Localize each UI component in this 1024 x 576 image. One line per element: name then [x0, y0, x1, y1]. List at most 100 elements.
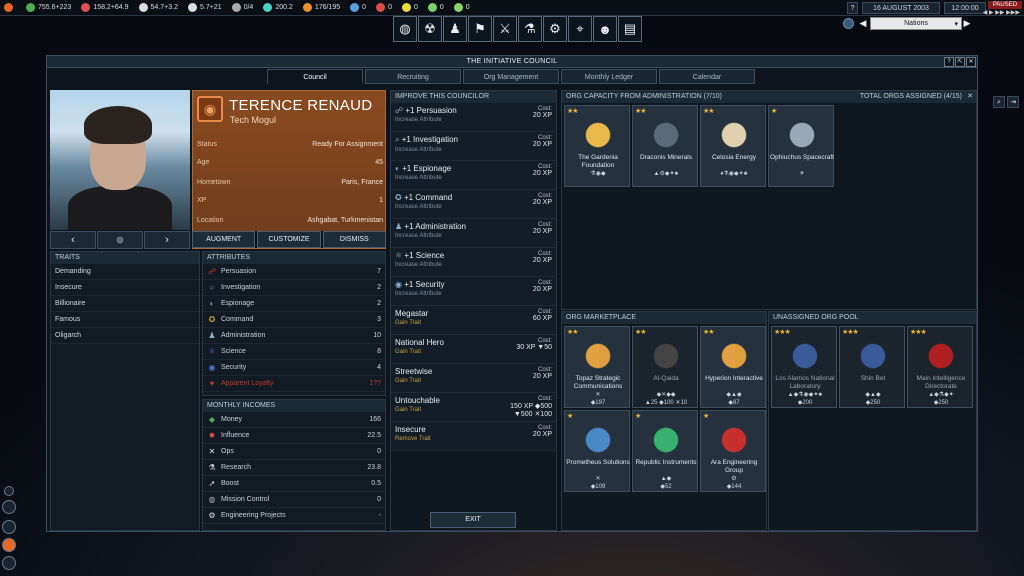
- option-sub: Increase Attribute: [395, 291, 442, 297]
- improve-option[interactable]: Megastar Gain Trait Cost: 60 XP: [391, 306, 556, 335]
- collapse-icon[interactable]: ⇥: [1007, 96, 1019, 108]
- trait-item[interactable]: Famous: [51, 312, 199, 328]
- window-minimize-button[interactable]: ⇱: [955, 57, 965, 67]
- trait-item[interactable]: Oligarch: [51, 328, 199, 344]
- improve-option[interactable]: ◐ +1 Espionage Increase Attribute Cost: 20 …: [391, 161, 556, 190]
- trait-item[interactable]: Demanding: [51, 264, 199, 280]
- research-icon[interactable]: ⚗: [518, 16, 542, 42]
- tab-council[interactable]: Council: [267, 69, 363, 84]
- faction-icon[interactable]: [2, 556, 16, 570]
- nations-next-button[interactable]: ▶: [962, 17, 972, 30]
- option-label: Streetwise: [395, 367, 433, 376]
- previous-councilor-button[interactable]: ‹: [50, 231, 96, 249]
- window-help-button[interactable]: ?: [944, 57, 954, 67]
- customize-button[interactable]: CUSTOMIZE: [257, 231, 321, 248]
- nuclear-icon[interactable]: ☢: [418, 16, 442, 42]
- locate-councilor-button[interactable]: ◎: [97, 231, 143, 249]
- dismiss-button[interactable]: DISMISS: [322, 231, 386, 248]
- resource-item[interactable]: 755.6+223: [26, 3, 71, 12]
- org-card[interactable]: ★★★ Main Intelligence Directorate ▲◆⚗◆✦ ◆25…: [907, 326, 973, 408]
- org-card[interactable]: ★★ Hyperion Interactive ◆▲◆ ◆87: [700, 326, 766, 408]
- resource-item[interactable]: 0/4: [231, 3, 253, 12]
- military-icon[interactable]: ⚔: [493, 16, 517, 42]
- org-card[interactable]: ★★ Topaz Strategic Communications ✕ ◆197: [564, 326, 630, 408]
- zoom-icon[interactable]: [2, 500, 16, 514]
- help-button[interactable]: ?: [847, 2, 858, 14]
- improve-option[interactable]: Streetwise Gain Trait Cost: 20 XP: [391, 364, 556, 393]
- location-icon[interactable]: ⌖: [568, 16, 592, 42]
- org-card[interactable]: ★★ Celosia Energy ♦⚗◉◆✦♣: [700, 105, 766, 187]
- resource-item[interactable]: [4, 3, 16, 12]
- org-stats: ✈: [799, 171, 805, 177]
- option-sub: Increase Attribute: [395, 175, 442, 181]
- hex-icon[interactable]: [2, 520, 16, 534]
- option-name: Megastar: [395, 309, 552, 318]
- resource-item[interactable]: 0: [376, 3, 392, 12]
- globe-icon[interactable]: ◍: [393, 16, 417, 42]
- ledger-icon[interactable]: ▤: [618, 16, 642, 42]
- org-card[interactable]: ★★ Al-Qaida ◆✕◆◆ ▲25 ◆100 ✕10: [632, 326, 698, 408]
- close-icon[interactable]: [4, 486, 14, 496]
- org-card[interactable]: ★ Prometheus Solutions ✕ ◆109: [564, 410, 630, 492]
- attribute-value: 7: [377, 268, 381, 275]
- resource-item[interactable]: 0: [427, 3, 444, 12]
- improve-option[interactable]: Untouchable Gain Trait Cost: 150 XP ◆500 ▼50…: [391, 393, 556, 422]
- search-icon[interactable]: ⌕: [993, 96, 1005, 108]
- org-card[interactable]: ★★ Draconis Minerals ▲⚙◆✦♣: [632, 105, 698, 187]
- improve-option[interactable]: ⚛ +1 Science Increase Attribute Cost: 20 XP: [391, 248, 556, 277]
- org-card[interactable]: ★ Republic Instruments ▲◆ ◆52: [632, 410, 698, 492]
- org-card[interactable]: ★ Ara Engineering Group ⚙ ◆144: [700, 410, 766, 492]
- resource-item[interactable]: 0: [453, 3, 470, 12]
- hierarchy-icon[interactable]: ♟: [443, 16, 467, 42]
- tab-calendar[interactable]: Calendar: [659, 69, 755, 84]
- nations-prev-button[interactable]: ◀: [858, 17, 868, 30]
- option-name: ☍ +1 Persuasion: [395, 106, 552, 115]
- resource-item[interactable]: 176/195: [302, 3, 340, 12]
- org-cost: ◆200: [797, 400, 813, 406]
- nations-dropdown[interactable]: Nations ▾: [870, 17, 962, 30]
- improve-option[interactable]: ✪ +1 Command Increase Attribute Cost: 20 XP: [391, 190, 556, 219]
- field-value: Ashgabat, Turkmenistan: [307, 217, 384, 224]
- improve-option[interactable]: ⌕ +1 Investigation Increase Attribute Cost…: [391, 132, 556, 161]
- resource-item[interactable]: 0: [401, 3, 418, 12]
- date-display: 16 AUGUST 2003: [862, 2, 940, 14]
- close-icon[interactable]: ✕: [966, 57, 976, 67]
- resource-item[interactable]: 5.7+21: [187, 3, 222, 12]
- option-label: Insecure: [395, 425, 426, 434]
- trait-item[interactable]: Billionaire: [51, 296, 199, 312]
- initiative-emblem-icon[interactable]: [2, 538, 16, 552]
- option-sub: Remove Trait: [395, 436, 431, 442]
- resource-item[interactable]: 158.2+64.9: [81, 3, 129, 12]
- tab-monthly-ledger[interactable]: Monthly Ledger: [561, 69, 657, 84]
- org-card[interactable]: ★★★ Los Alamos National Laboratory ▲◆⚗◉◆✦♣…: [771, 326, 837, 408]
- augment-button[interactable]: AUGMENT: [192, 231, 256, 248]
- org-card[interactable]: ★★ The Gardenia Foundation ⚗◉◆: [564, 105, 630, 187]
- resource-item[interactable]: 54.7+3.2: [138, 3, 178, 12]
- improve-option[interactable]: National Hero Gain Trait Cost: 30 XP ▼50: [391, 335, 556, 364]
- resource-item[interactable]: 0: [350, 3, 366, 12]
- close-icon[interactable]: ✕: [967, 91, 973, 103]
- improve-option[interactable]: ☍ +1 Persuasion Increase Attribute Cost: 20…: [391, 103, 556, 132]
- org-card[interactable]: ★ Ophiuchus Spacecraft ✈: [768, 105, 834, 187]
- cost-value-extra: ▼500 ✕100: [513, 411, 552, 418]
- paused-badge[interactable]: PAUSED: [988, 1, 1022, 9]
- orgs-icon[interactable]: ⚙: [543, 16, 567, 42]
- globe-icon[interactable]: [843, 18, 854, 29]
- option-sub: Gain Trait: [395, 378, 422, 384]
- org-stars: ★: [635, 413, 641, 420]
- command-icon: ✪: [395, 193, 404, 202]
- next-councilor-button[interactable]: ›: [144, 231, 190, 249]
- speed-controls[interactable]: ◀ ▶ ▶▶ ▶▶▶: [983, 9, 1020, 16]
- brain-icon[interactable]: ☻: [593, 16, 617, 42]
- trait-item[interactable]: Insecure: [51, 280, 199, 296]
- org-card[interactable]: ★★★ Shin Bet ◆▲◆ ◆250: [839, 326, 905, 408]
- tab-org-management[interactable]: Org Management: [463, 69, 559, 84]
- flag-icon[interactable]: ⚑: [468, 16, 492, 42]
- resource-item[interactable]: 200.2: [263, 3, 293, 12]
- field-label: Hometown: [197, 179, 231, 186]
- exit-button[interactable]: EXIT: [430, 512, 516, 528]
- improve-option[interactable]: Insecure Remove Trait Cost: 20 XP: [391, 422, 556, 451]
- improve-option[interactable]: ♟ +1 Administration Increase Attribute Cos…: [391, 219, 556, 248]
- improve-option[interactable]: ◉ +1 Security Increase Attribute Cost: 20 X…: [391, 277, 556, 306]
- tab-recruiting[interactable]: Recruiting: [365, 69, 461, 84]
